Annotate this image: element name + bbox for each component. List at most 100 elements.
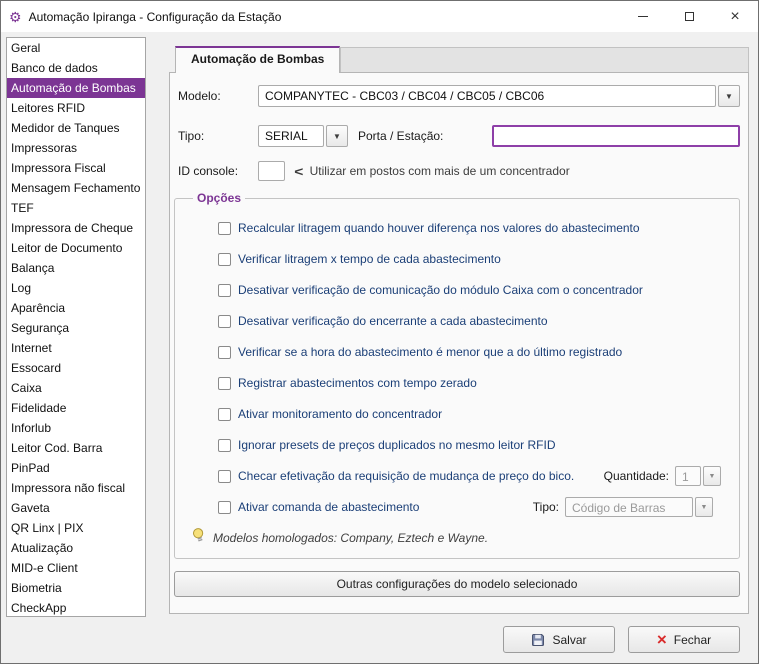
- maximize-button[interactable]: [666, 1, 712, 32]
- options-list: Recalcular litragem quando houver difere…: [187, 217, 727, 518]
- window-controls: ×: [620, 1, 758, 32]
- fechar-button[interactable]: × Fechar: [628, 626, 740, 653]
- sidebar-item-banco-de-dados[interactable]: Banco de dados: [7, 58, 145, 78]
- sidebar-item-atualizacao[interactable]: Atualização: [7, 538, 145, 558]
- minimize-icon: [638, 16, 648, 17]
- modelo-combo-value[interactable]: COMPANYTEC - CBC03 / CBC04 / CBC05 / CBC…: [258, 85, 716, 107]
- tipo-comanda-combo-arrow-icon[interactable]: ▼: [695, 497, 713, 517]
- opcoes-legend: Opções: [197, 191, 242, 205]
- checkbox-ativar-monitoramento-do-concentrador[interactable]: [218, 407, 231, 421]
- checkbox-ativar-comanda-de-abastecimento[interactable]: [218, 500, 231, 514]
- tab-automacao-de-bombas[interactable]: Automação de Bombas: [175, 46, 341, 73]
- chevron-left-icon: <: [294, 163, 304, 179]
- option-label: Recalcular litragem quando houver difere…: [238, 221, 640, 235]
- sidebar: Geral Banco de dados Automação de Bombas Le…: [6, 37, 146, 617]
- tabs-row: Automação de Bombas: [169, 46, 749, 73]
- modelo-combo[interactable]: COMPANYTEC - CBC03 / CBC04 / CBC05 / CBC…: [258, 85, 740, 107]
- option-label: Checar efetivação da requisição de mudan…: [238, 469, 575, 483]
- sidebar-item-caixa[interactable]: Caixa: [7, 378, 145, 398]
- save-icon: [531, 633, 545, 647]
- close-button[interactable]: ×: [712, 1, 758, 32]
- sidebar-item-seguranca[interactable]: Segurança: [7, 318, 145, 338]
- checkbox-ignorar-presets-de-precos-duplicados-no-[interactable]: [218, 438, 231, 452]
- tipo-comanda-combo-value[interactable]: Código de Barras: [565, 497, 693, 517]
- quantidade-combo[interactable]: 1 ▼: [675, 466, 721, 486]
- sidebar-item-balanca[interactable]: Balança: [7, 258, 145, 278]
- maximize-icon: [684, 12, 694, 21]
- option-extra: Tipo: Código de Barras ▼: [533, 497, 713, 517]
- sidebar-item-log[interactable]: Log: [7, 278, 145, 298]
- checkbox-verificar-se-a-hora-do-abastecimento-e-m[interactable]: [218, 345, 231, 359]
- sidebar-item-biometria[interactable]: Biometria: [7, 578, 145, 598]
- sidebar-item-leitor-de-documento[interactable]: Leitor de Documento: [7, 238, 145, 258]
- sidebar-item-medidor-de-tanques[interactable]: Medidor de Tanques: [7, 118, 145, 138]
- tab-strip: [340, 47, 749, 72]
- sidebar-item-automacao-de-bombas[interactable]: Automação de Bombas: [7, 78, 145, 98]
- app-window: ⚙ Automação Ipiranga - Configuração da E…: [0, 0, 759, 664]
- sidebar-item-aparencia[interactable]: Aparência: [7, 298, 145, 318]
- quantidade-combo-value[interactable]: 1: [675, 466, 701, 486]
- id-console-row: ID console: < Utilizar em postos com mai…: [178, 161, 740, 181]
- option-label: Verificar se a hora do abastecimento é m…: [238, 345, 623, 359]
- sidebar-item-impressoras[interactable]: Impressoras: [7, 138, 145, 158]
- tipo-combo-value[interactable]: SERIAL: [258, 125, 324, 147]
- checkbox-desativar-verificacao-do-encerrante-a-ca[interactable]: [218, 314, 231, 328]
- quantidade-label: Quantidade:: [603, 469, 669, 483]
- tipo-comanda-combo[interactable]: Código de Barras ▼: [565, 497, 713, 517]
- porta-estacao-label: Porta / Estação:: [358, 129, 444, 143]
- option-row: Ignorar presets de preços duplicados no …: [187, 434, 727, 456]
- checkbox-checar-efetivacao-da-requisicao-de-mudan[interactable]: [218, 469, 231, 483]
- sidebar-item-checkapp[interactable]: CheckApp: [7, 598, 145, 616]
- sidebar-item-leitor-cod-barra[interactable]: Leitor Cod. Barra: [7, 438, 145, 458]
- checkbox-desativar-verificacao-de-comunicacao-do-[interactable]: [218, 283, 231, 297]
- tab-content-panel: Modelo: COMPANYTEC - CBC03 / CBC04 / CBC…: [169, 72, 749, 614]
- salvar-button[interactable]: Salvar: [503, 626, 615, 653]
- outras-configuracoes-button[interactable]: Outras configurações do modelo seleciona…: [174, 571, 740, 597]
- sidebar-item-qr-linx-pix[interactable]: QR Linx | PIX: [7, 518, 145, 538]
- sidebar-item-tef[interactable]: TEF: [7, 198, 145, 218]
- quantidade-combo-arrow-icon[interactable]: ▼: [703, 466, 721, 486]
- sidebar-item-essocard[interactable]: Essocard: [7, 358, 145, 378]
- option-row: Verificar se a hora do abastecimento é m…: [187, 341, 727, 363]
- sidebar-item-internet[interactable]: Internet: [7, 338, 145, 358]
- sidebar-item-inforlub[interactable]: Inforlub: [7, 418, 145, 438]
- tipo-label: Tipo:: [178, 129, 205, 143]
- tipo-combo-arrow-icon[interactable]: ▼: [326, 125, 348, 147]
- sidebar-item-geral[interactable]: Geral: [7, 38, 145, 58]
- models-hint-text: Modelos homologados: Company, Eztech e W…: [213, 530, 489, 545]
- porta-estacao-input[interactable]: [492, 125, 740, 147]
- tipo-row: Tipo: SERIAL ▼ Porta / Estação:: [178, 125, 740, 147]
- modelo-combo-arrow-icon[interactable]: ▼: [718, 85, 740, 107]
- opcoes-groupbox: Opções Recalcular litragem quando houver…: [174, 191, 740, 559]
- option-extra: Quantidade: 1 ▼: [604, 466, 721, 486]
- option-row: Recalcular litragem quando houver difere…: [187, 217, 727, 239]
- close-icon: ×: [730, 7, 740, 25]
- minimize-button[interactable]: [620, 1, 666, 32]
- sidebar-item-leitores-rfid[interactable]: Leitores RFID: [7, 98, 145, 118]
- id-console-input[interactable]: [258, 161, 285, 181]
- option-label: Registrar abastecimentos com tempo zerad…: [238, 376, 477, 390]
- option-row: Verificar litragem x tempo de cada abast…: [187, 248, 727, 270]
- window-title: Automação Ipiranga - Configuração da Est…: [28, 9, 282, 24]
- option-label: Ignorar presets de preços duplicados no …: [238, 438, 556, 452]
- tipo-combo[interactable]: SERIAL ▼: [258, 125, 348, 147]
- sidebar-item-pinpad[interactable]: PinPad: [7, 458, 145, 478]
- sidebar-item-gaveta[interactable]: Gaveta: [7, 498, 145, 518]
- option-row: Ativar monitoramento do concentrador: [187, 403, 727, 425]
- checkbox-recalcular-litragem-quando-houver-difere[interactable]: [218, 221, 231, 235]
- main-area: Automação de Bombas Modelo: COMPANYTEC -…: [169, 46, 749, 614]
- modelo-row: Modelo: COMPANYTEC - CBC03 / CBC04 / CBC…: [178, 85, 740, 107]
- checkbox-verificar-litragem-x-tempo-de-cada-abast[interactable]: [218, 252, 231, 266]
- sidebar-item-fidelidade[interactable]: Fidelidade: [7, 398, 145, 418]
- sidebar-item-mid-e-client[interactable]: MID-e Client: [7, 558, 145, 578]
- outras-configuracoes-label: Outras configurações do modelo seleciona…: [336, 577, 578, 591]
- sidebar-item-impressora-nao-fiscal[interactable]: Impressora não fiscal: [7, 478, 145, 498]
- app-gear-icon: ⚙: [9, 8, 22, 25]
- option-label: Verificar litragem x tempo de cada abast…: [238, 252, 501, 266]
- checkbox-registrar-abastecimentos-com-tempo-zerad[interactable]: [218, 376, 231, 390]
- sidebar-item-impressora-fiscal[interactable]: Impressora Fiscal: [7, 158, 145, 178]
- sidebar-item-impressora-de-cheque[interactable]: Impressora de Cheque: [7, 218, 145, 238]
- option-row: Registrar abastecimentos com tempo zerad…: [187, 372, 727, 394]
- close-x-icon: ×: [656, 630, 667, 649]
- sidebar-item-mensagem-fechamento[interactable]: Mensagem Fechamento: [7, 178, 145, 198]
